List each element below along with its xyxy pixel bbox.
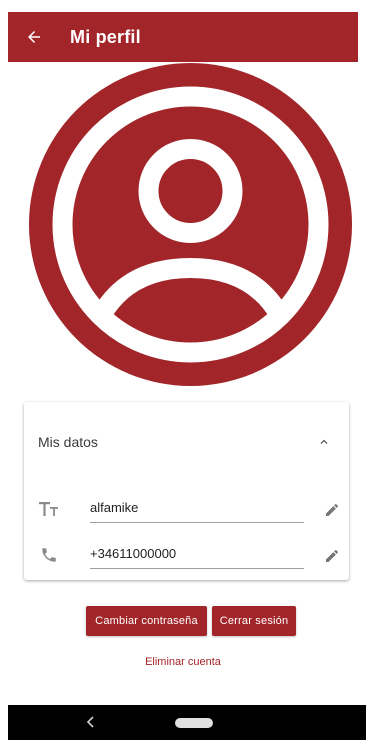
app-bar: Mi perfil (8, 12, 358, 62)
edit-username-button[interactable] (322, 500, 342, 520)
card-title: Mis datos (38, 434, 98, 450)
phone-field[interactable] (90, 538, 304, 569)
phone-icon (38, 544, 60, 566)
avatar (29, 63, 352, 386)
chevron-up-icon (320, 439, 328, 444)
collapse-button[interactable] (314, 432, 334, 452)
nav-back-icon[interactable] (84, 715, 98, 729)
text-format-icon (38, 498, 60, 520)
edit-phone-button[interactable] (322, 546, 342, 566)
back-button[interactable] (22, 25, 46, 49)
username-row (24, 486, 349, 534)
nav-home-pill[interactable] (175, 718, 213, 728)
username-field[interactable] (90, 492, 304, 523)
profile-screen: Mi perfil Mis datos alfamike +3461100000… (0, 0, 366, 740)
pencil-icon (326, 549, 339, 562)
logout-button[interactable]: Cerrar sesión (212, 606, 296, 636)
account-circle-icon (29, 63, 352, 386)
page-title: Mi perfil (70, 27, 141, 47)
change-password-button[interactable]: Cambiar contraseña (86, 606, 207, 636)
profile-data-card: Mis datos (24, 402, 349, 580)
pencil-icon (326, 503, 339, 516)
arrow-left-icon (28, 31, 40, 43)
system-nav-bar (8, 705, 366, 740)
delete-account-link[interactable]: Eliminar cuenta (0, 656, 366, 668)
phone-row (24, 532, 349, 580)
